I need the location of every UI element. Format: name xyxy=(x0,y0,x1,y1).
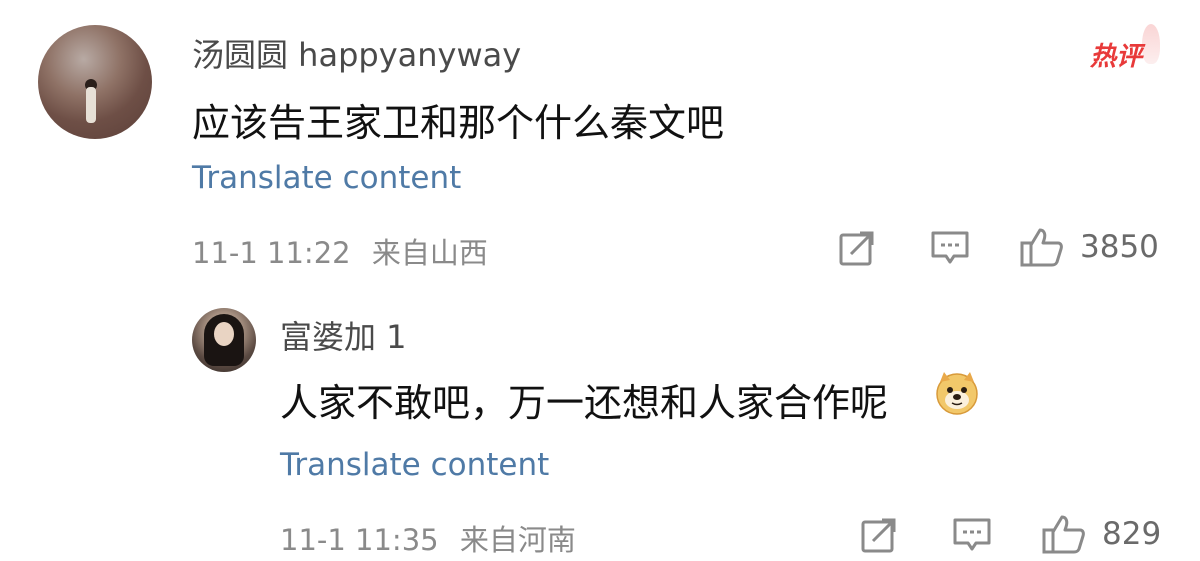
reply-location: 来自河南 xyxy=(459,523,576,557)
avatar-figure-body xyxy=(86,87,96,123)
hot-flame-icon xyxy=(1142,24,1160,64)
comment-timestamp: 11-1 11:22 xyxy=(192,236,351,270)
comment-meta: 11-1 11:22 来自山西 xyxy=(192,230,488,272)
reply-reply-icon[interactable] xyxy=(952,516,992,554)
reply-avatar[interactable] xyxy=(192,308,256,372)
reply-username[interactable]: 富婆加 1 xyxy=(280,312,407,358)
reply-translate-content-link[interactable]: Translate content xyxy=(280,447,549,483)
reply-share-icon[interactable] xyxy=(860,516,898,554)
avatar[interactable] xyxy=(38,25,152,139)
avatar-face xyxy=(214,322,234,346)
comment-text: 应该告王家卫和那个什么秦文吧 xyxy=(192,101,725,145)
reply-icon[interactable] xyxy=(930,229,970,267)
comment-location: 来自山西 xyxy=(371,236,488,270)
reply-meta: 11-1 11:35 来自河南 xyxy=(280,517,576,559)
reply-text: 人家不敢吧，万一还想和人家合作呢 xyxy=(280,381,889,425)
reply-timestamp: 11-1 11:35 xyxy=(280,523,439,557)
share-icon[interactable] xyxy=(838,229,876,267)
reply-like-icon[interactable] xyxy=(1042,513,1086,555)
comment-username[interactable]: 汤圆圆 happyanyway xyxy=(192,30,521,76)
reply-like-count: 829 xyxy=(1102,516,1162,552)
hot-comment-badge: 热评 xyxy=(1090,42,1143,72)
translate-content-link[interactable]: Translate content xyxy=(192,160,461,196)
doge-emoji-icon xyxy=(936,372,978,415)
like-count: 3850 xyxy=(1080,229,1159,265)
like-icon[interactable] xyxy=(1020,226,1064,268)
